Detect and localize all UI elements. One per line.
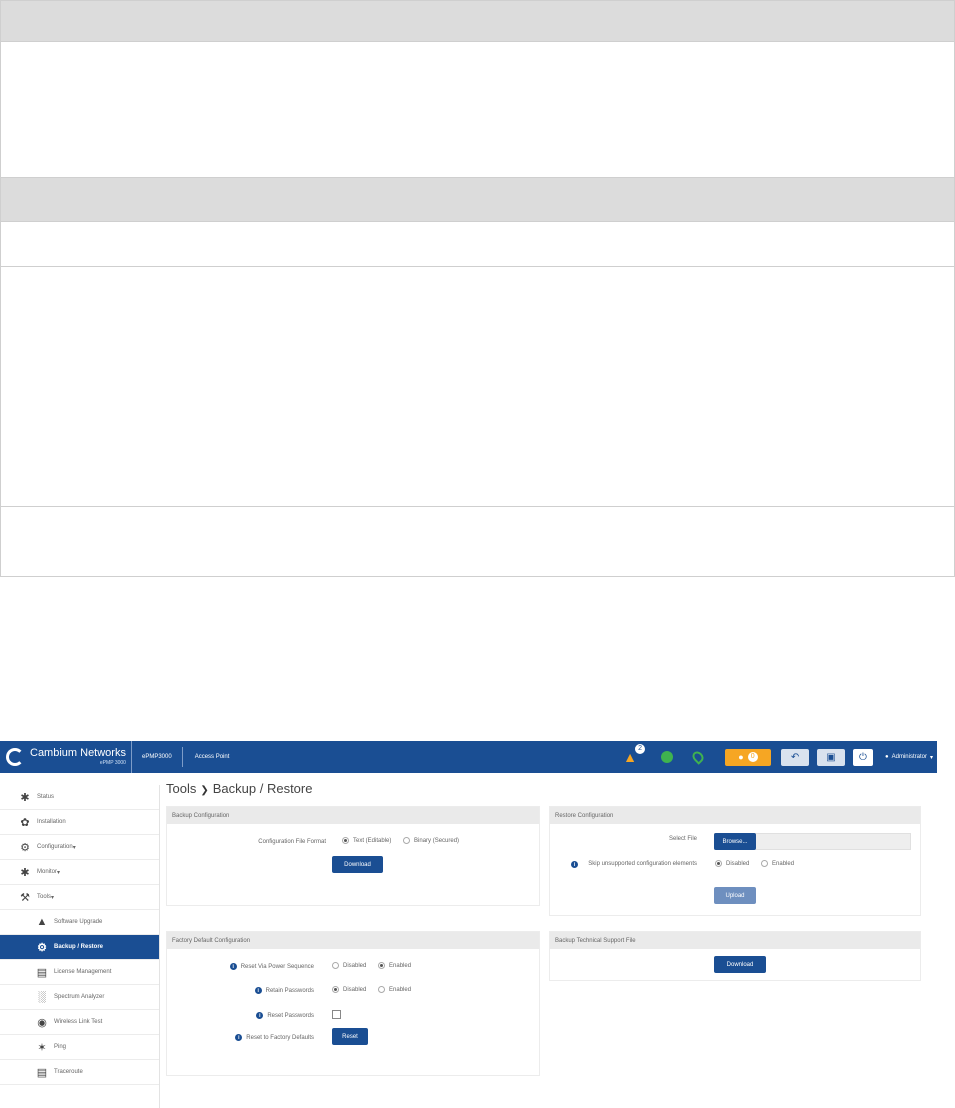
user-menu[interactable]: ● Administrator ▾: [885, 754, 933, 761]
sidebar-item-license-management[interactable]: ▤ License Management: [0, 960, 159, 985]
warning-count: 0: [747, 752, 758, 762]
pulse-icon: ✱: [20, 791, 30, 804]
backup-icon: ⚙: [37, 941, 47, 954]
reset-passwords-checkbox[interactable]: [332, 1010, 341, 1019]
sidebar-item-monitor[interactable]: ✱ Monitor ▾: [0, 860, 159, 885]
save-icon: ▣: [826, 751, 836, 763]
factory-default-panel: Factory Default Configuration i Reset Vi…: [166, 931, 540, 1076]
breadcrumb-current: Backup / Restore: [212, 781, 313, 796]
sidebar-item-spectrum-analyzer[interactable]: ░ Spectrum Analyzer: [0, 985, 159, 1010]
panel-title: Restore Configuration: [550, 807, 920, 824]
reset-sequence-disabled-radio[interactable]: Disabled: [332, 962, 366, 969]
skip-enabled-radio[interactable]: Enabled: [761, 860, 794, 867]
reset-factory-label: Reset to Factory Defaults: [246, 1034, 314, 1041]
top-bar: Cambium Networks ePMP 3000 ePMP3000 Acce…: [0, 741, 937, 773]
sidebar-item-configuration[interactable]: ⚙ Configuration ▾: [0, 835, 159, 860]
reboot-button[interactable]: ⏻: [853, 748, 874, 766]
table-row: [0, 221, 955, 267]
format-label: Configuration File Format: [258, 838, 326, 845]
reset-sequence-enabled-radio[interactable]: Enabled: [378, 962, 411, 969]
spectrum-icon: ░: [38, 991, 46, 1003]
info-icon[interactable]: i: [256, 1012, 264, 1019]
table-row: [0, 266, 955, 507]
table-row: [0, 0, 955, 42]
sidebar-item-ping[interactable]: ✶ Ping: [0, 1035, 159, 1060]
pulse-icon: ✱: [20, 866, 30, 879]
upload-button[interactable]: Upload: [714, 887, 756, 904]
chevron-down-icon: ▾: [72, 844, 76, 851]
panel-title: Backup Configuration: [167, 807, 539, 824]
chevron-down-icon: ▾: [929, 754, 933, 761]
warnings-button[interactable]: ● 0: [725, 748, 772, 766]
info-icon[interactable]: i: [254, 987, 262, 994]
select-file-label: Select File: [668, 836, 697, 842]
sidebar-item-installation[interactable]: ✿ Installation: [0, 810, 159, 835]
document-table: [0, 0, 955, 577]
ping-icon: ✶: [37, 1041, 47, 1054]
breadcrumb-tools: Tools: [166, 781, 197, 796]
table-row: [0, 506, 955, 577]
reset-passwords-label: Reset Passwords: [267, 1012, 314, 1019]
link-test-icon: ◉: [37, 1016, 47, 1029]
browse-button[interactable]: Browse...: [714, 833, 756, 850]
traceroute-icon: ▤: [36, 1066, 48, 1079]
panel-title: Backup Technical Support File: [550, 932, 920, 949]
support-download-button[interactable]: Download: [714, 956, 766, 973]
sidebar-item-status[interactable]: ✱ Status: [0, 785, 159, 810]
chevron-down-icon: ▾: [51, 894, 55, 901]
device-mode: Access Point: [194, 754, 230, 760]
backup-download-button[interactable]: Download: [332, 856, 383, 873]
location-pin-icon[interactable]: [690, 749, 706, 765]
info-icon[interactable]: i: [235, 1034, 243, 1041]
retain-passwords-label: Retain Passwords: [265, 987, 314, 994]
gear-icon: ⚙: [20, 841, 30, 854]
user-icon: ●: [885, 754, 889, 760]
wrench-icon: ⚒: [20, 891, 30, 904]
sidebar-item-tools[interactable]: ⚒ Tools ▾: [0, 885, 159, 910]
info-icon[interactable]: i: [571, 861, 578, 868]
sidebar-item-software-upgrade[interactable]: ▲ Software Upgrade: [0, 910, 159, 935]
reset-button[interactable]: Reset: [332, 1028, 368, 1045]
panel-title: Factory Default Configuration: [167, 932, 539, 949]
sidebar: ✱ Status ✿ Installation ⚙ Configuration ▾ ✱ M…: [0, 785, 160, 1108]
alarm-count: 2: [635, 744, 646, 754]
page-title: Tools ❯ Backup / Restore: [166, 781, 312, 796]
cambium-logo-icon: [6, 748, 24, 766]
skip-disabled-radio[interactable]: Disabled: [715, 860, 749, 867]
undo-button[interactable]: ↶: [781, 748, 810, 766]
retain-enabled-radio[interactable]: Enabled: [378, 986, 411, 993]
sidebar-item-wireless-link-test[interactable]: ◉ Wireless Link Test: [0, 1010, 159, 1035]
upload-icon: ▲: [36, 916, 48, 928]
screenshot: Cambium Networks ePMP 3000 ePMP3000 Acce…: [0, 741, 955, 1108]
lightbulb-icon: ●: [738, 752, 744, 762]
chevron-right-icon: ❯: [200, 785, 209, 796]
reset-sequence-label: Reset Via Power Sequence: [240, 963, 314, 970]
sidebar-item-backup-restore[interactable]: ⚙ Backup / Restore: [0, 935, 159, 960]
logo[interactable]: Cambium Networks ePMP 3000: [0, 741, 132, 773]
info-icon[interactable]: i: [229, 963, 237, 970]
user-name: Administrator: [891, 754, 927, 760]
power-icon: ⏻: [859, 751, 867, 763]
save-button[interactable]: ▣: [817, 748, 846, 766]
globe-icon[interactable]: [661, 751, 674, 763]
chevron-down-icon: ▾: [57, 869, 61, 876]
runner-icon: ✿: [20, 816, 30, 829]
device-name: ePMP3000: [132, 747, 183, 767]
table-row: [0, 177, 955, 222]
skip-unsupported-label: Skip unsupported configuration elements: [588, 861, 697, 867]
sidebar-item-traceroute[interactable]: ▤ Traceroute: [0, 1060, 159, 1085]
logo-name: Cambium Networks: [30, 747, 126, 759]
license-icon: ▤: [36, 966, 48, 979]
undo-icon: ↶: [790, 751, 800, 763]
retain-disabled-radio[interactable]: Disabled: [332, 986, 366, 993]
alarm-icon[interactable]: ▲ 2: [623, 744, 646, 765]
format-binary-radio[interactable]: Binary (Secured): [403, 837, 459, 844]
format-text-radio[interactable]: Text (Editable): [342, 837, 391, 844]
logo-sub: ePMP 3000: [99, 760, 126, 766]
table-row: [0, 41, 955, 178]
